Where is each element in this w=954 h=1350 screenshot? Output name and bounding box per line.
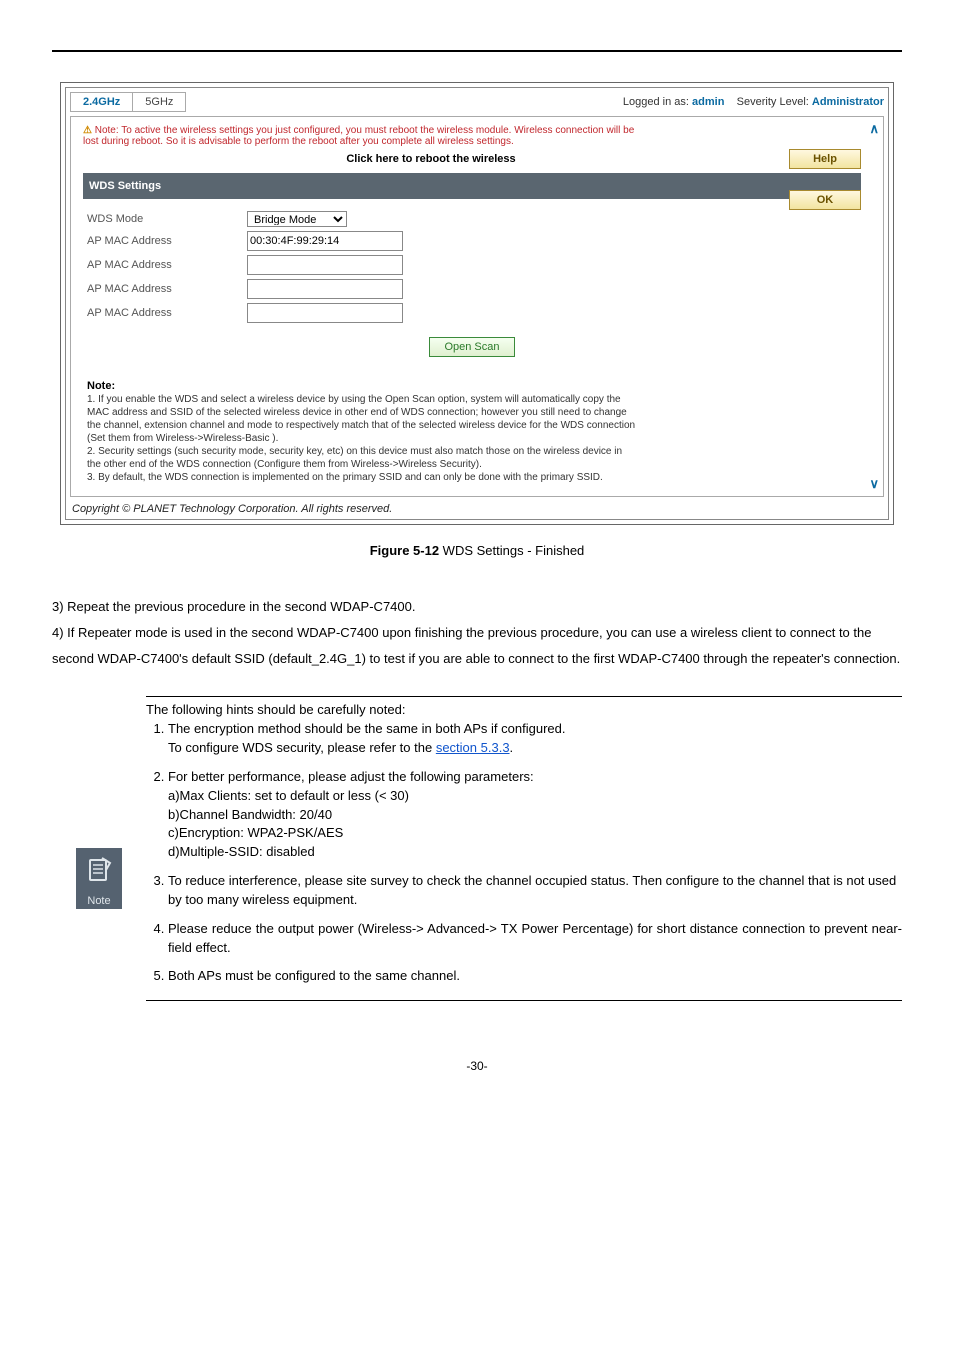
wds-mode-label: WDS Mode xyxy=(87,213,247,225)
wds-mode-select[interactable]: Bridge Mode xyxy=(247,211,347,227)
tabs-row: 2.4GHz 5GHz Logged in as: admin Severity… xyxy=(70,92,884,112)
hint-1: The encryption method should be the same… xyxy=(168,720,902,758)
help-button[interactable]: Help xyxy=(789,149,861,169)
reboot-warning-text-1: Note: To active the wireless settings yo… xyxy=(95,125,635,136)
hint-2b: b)Channel Bandwidth: 20/40 xyxy=(168,806,902,825)
body-p3: 3) Repeat the previous procedure in the … xyxy=(52,594,902,620)
hint-2c: c)Encryption: WPA2-PSK/AES xyxy=(168,824,902,843)
ap-mac-input-1[interactable] xyxy=(247,231,403,251)
wds-settings-body: WDS Mode Bridge Mode AP MAC Address AP M… xyxy=(83,199,861,488)
login-user: admin xyxy=(692,96,724,108)
hint-1a: The encryption method should be the same… xyxy=(168,721,565,736)
tab-5ghz[interactable]: 5GHz xyxy=(133,92,186,112)
scroll-down-icon[interactable]: ∨ xyxy=(869,476,879,492)
click-reboot-link[interactable]: Click here to reboot the wireless xyxy=(83,153,779,165)
figure-caption-rest: WDS Settings - Finished xyxy=(439,543,584,558)
note-1a: 1. If you enable the WDS and select a wi… xyxy=(87,393,857,406)
hints-icon-cell: Note xyxy=(52,696,146,1001)
ap-mac-input-3[interactable] xyxy=(247,279,403,299)
note-1d: (Set them from Wireless->Wireless-Basic … xyxy=(87,432,857,445)
scroll-up-icon[interactable]: ∧ xyxy=(869,121,879,137)
scroll-area: ∧ ∨ ⚠ Note: To active the wireless setti… xyxy=(70,116,884,497)
copyright: Copyright © PLANET Technology Corporatio… xyxy=(70,501,884,515)
screenshot: 2.4GHz 5GHz Logged in as: admin Severity… xyxy=(65,87,889,520)
login-prefix: Logged in as: xyxy=(623,96,692,108)
reboot-warning-text-2: lost during reboot. So it is advisable t… xyxy=(83,136,861,147)
ok-button[interactable]: OK xyxy=(789,190,861,210)
tab-24ghz[interactable]: 2.4GHz xyxy=(70,92,133,112)
hint-2d: d)Multiple-SSID: disabled xyxy=(168,843,902,862)
note-2a: 2. Security settings (such security mode… xyxy=(87,445,857,458)
hint-1b-pre: To configure WDS security, please refer … xyxy=(168,740,436,755)
open-scan-button[interactable]: Open Scan xyxy=(429,337,514,357)
severity-prefix: Severity Level: xyxy=(737,96,812,108)
hint-2a: a)Max Clients: set to default or less (<… xyxy=(168,787,902,806)
ap-mac-label-1: AP MAC Address xyxy=(87,235,247,247)
hint-1b-link[interactable]: section 5.3.3 xyxy=(436,740,510,755)
page-number: -30- xyxy=(52,1059,902,1073)
hint-5: Both APs must be configured to the same … xyxy=(168,967,902,986)
ap-mac-label-4: AP MAC Address xyxy=(87,307,247,319)
note-2b: the other end of the WDS connection (Con… xyxy=(87,458,857,471)
reboot-warning: ⚠ Note: To active the wireless settings … xyxy=(83,125,861,136)
ap-mac-label-2: AP MAC Address xyxy=(87,259,247,271)
note-title: Note: xyxy=(87,379,857,393)
hint-4: Please reduce the output power (Wireless… xyxy=(168,920,902,958)
figure-caption: Figure 5-12 WDS Settings - Finished xyxy=(52,543,902,558)
severity-value: Administrator xyxy=(812,96,884,108)
note-3: 3. By default, the WDS connection is imp… xyxy=(87,471,857,484)
note-1b: MAC address and SSID of the selected wir… xyxy=(87,406,857,419)
note-icon-label: Note xyxy=(76,894,122,909)
warning-icon: ⚠ xyxy=(83,125,92,136)
hint-2-intro: For better performance, please adjust th… xyxy=(168,769,534,784)
ap-mac-input-2[interactable] xyxy=(247,255,403,275)
hint-1b-post: . xyxy=(510,740,514,755)
hints-table: Note The following hints should be caref… xyxy=(52,696,902,1001)
hints-content: The following hints should be carefully … xyxy=(146,696,902,1001)
body-p4: 4) If Repeater mode is used in the secon… xyxy=(52,620,902,672)
login-info: Logged in as: admin Severity Level: Admi… xyxy=(623,96,884,108)
note-1c: the channel, extension channel and mode … xyxy=(87,419,857,432)
figure-caption-bold: Figure 5-12 xyxy=(370,543,439,558)
hints-intro: The following hints should be carefully … xyxy=(146,701,902,720)
hint-2: For better performance, please adjust th… xyxy=(168,768,902,862)
top-rule xyxy=(52,50,902,52)
screenshot-frame: 2.4GHz 5GHz Logged in as: admin Severity… xyxy=(60,82,894,525)
note-icon xyxy=(76,848,122,894)
wds-settings-title: WDS Settings xyxy=(89,180,161,192)
ap-mac-label-3: AP MAC Address xyxy=(87,283,247,295)
ap-mac-input-4[interactable] xyxy=(247,303,403,323)
note-block: Note: 1. If you enable the WDS and selec… xyxy=(87,379,857,484)
hint-3: To reduce interference, please site surv… xyxy=(168,872,902,910)
wds-settings-header: WDS Settings OK xyxy=(83,173,861,199)
